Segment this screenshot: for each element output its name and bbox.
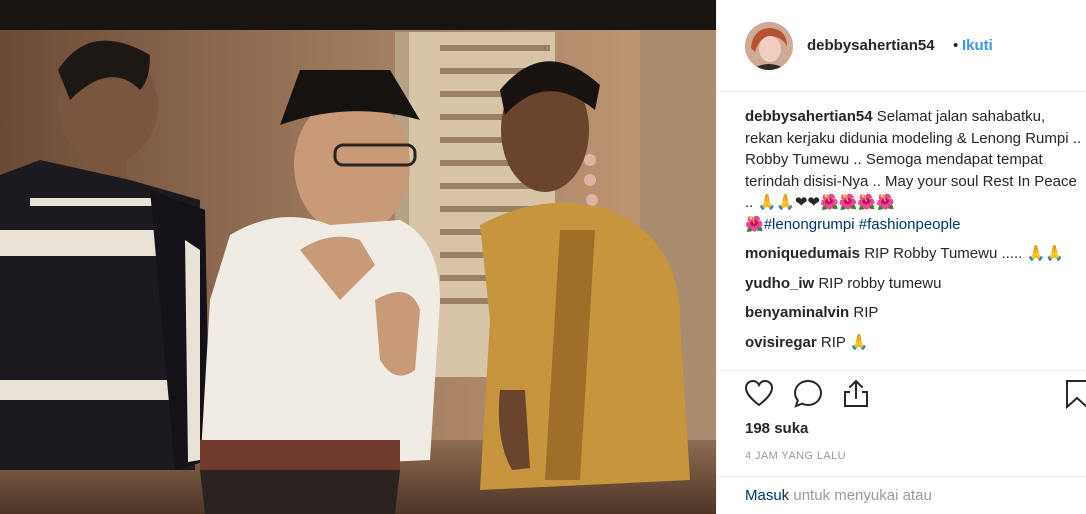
comment-username[interactable]: ovisiregar xyxy=(745,334,817,351)
comments-list[interactable]: debbysahertian54 Selamat jalan sahabatku… xyxy=(745,106,1085,370)
avatar-image xyxy=(745,22,793,70)
login-link[interactable]: Masuk xyxy=(745,487,789,504)
avatar[interactable] xyxy=(745,22,793,70)
comment-text: RIP Robby Tumewu ..... 🙏🙏 xyxy=(864,245,1064,262)
comment-username[interactable]: benyaminalvin xyxy=(745,304,849,321)
comment-username[interactable]: moniquedumais xyxy=(745,245,860,262)
login-prompt-text: untuk menyukai atau xyxy=(793,487,932,504)
comment-text: RIP robby tumewu xyxy=(818,274,942,292)
comment-item: ovisiregar RIP 🙏 xyxy=(745,332,1085,354)
caption-username[interactable]: debbysahertian54 xyxy=(745,108,873,125)
action-bar xyxy=(717,370,1086,416)
header-username[interactable]: debbysahertian54 xyxy=(807,37,935,54)
bookmark-icon[interactable] xyxy=(1065,379,1086,409)
post-photo[interactable] xyxy=(0,0,716,514)
hashtag-link[interactable]: #fashionpeople xyxy=(859,216,961,233)
comment-icon[interactable] xyxy=(793,379,823,409)
flower-emoji: 🌺 xyxy=(745,215,764,233)
separator-dot: • xyxy=(953,37,959,54)
comment-item: benyaminalvin RIP xyxy=(745,302,1085,324)
post-timestamp[interactable]: 4 JAM YANG LALU xyxy=(745,450,846,462)
comment-text: RIP 🙏 xyxy=(820,333,869,351)
login-prompt: Masuk untuk menyukai atau xyxy=(717,476,1086,514)
comment-item: yudho_iw RIP robby tumewu xyxy=(745,273,1085,295)
comment-text: RIP xyxy=(853,304,879,321)
share-icon[interactable] xyxy=(841,378,871,408)
post-side-panel: debbysahertian54 • Ikuti debbysahertian5… xyxy=(716,0,1086,514)
post-header: debbysahertian54 • Ikuti xyxy=(717,0,1086,92)
photo-scene xyxy=(0,0,716,514)
comment-username[interactable]: yudho_iw xyxy=(745,275,814,292)
heart-icon[interactable] xyxy=(744,379,774,407)
follow-button[interactable]: Ikuti xyxy=(962,37,993,54)
caption: debbysahertian54 Selamat jalan sahabatku… xyxy=(745,106,1085,235)
hashtag-link[interactable]: #lenongrumpi xyxy=(764,216,855,233)
like-count[interactable]: 198 suka xyxy=(745,420,808,437)
comment-item: moniquedumais RIP Robby Tumewu ..... 🙏🙏 xyxy=(745,243,1085,265)
